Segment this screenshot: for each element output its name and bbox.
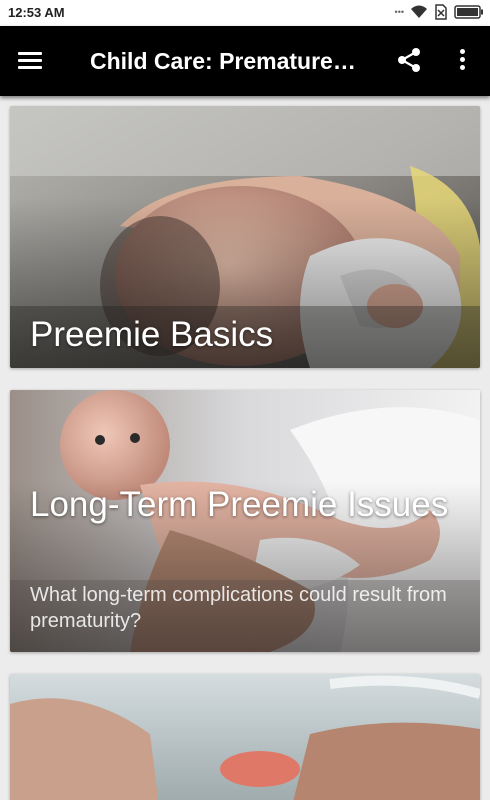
more-vert-icon[interactable] <box>452 46 472 76</box>
no-sim-icon <box>435 4 447 20</box>
article-feed: Preemie Basics Long-Term Preemie Issues … <box>0 96 490 800</box>
card-title: Long-Term Preemie Issues <box>30 485 449 524</box>
share-icon[interactable] <box>395 46 423 74</box>
card-image-baby-feet-hands <box>10 674 480 800</box>
status-bar: 12:53 AM ••• <box>0 0 490 26</box>
wifi-icon <box>411 5 427 18</box>
status-time: 12:53 AM <box>8 5 65 20</box>
battery-icon <box>454 5 483 19</box>
card-subtitle: What long-term complications could resul… <box>30 584 447 632</box>
app-bar: Child Care: Premature… <box>0 26 490 96</box>
article-card-third[interactable] <box>10 674 480 800</box>
app-title: Child Care: Premature… <box>90 48 356 74</box>
article-card-long-term-preemie-issues[interactable]: Long-Term Preemie Issues What long-term … <box>10 390 480 652</box>
status-icons: ••• <box>395 4 484 20</box>
hamburger-menu-icon[interactable] <box>18 48 48 74</box>
card-title: Preemie Basics <box>30 315 274 354</box>
article-card-preemie-basics[interactable]: Preemie Basics <box>10 106 480 368</box>
signal-dots-icon: ••• <box>394 7 404 17</box>
